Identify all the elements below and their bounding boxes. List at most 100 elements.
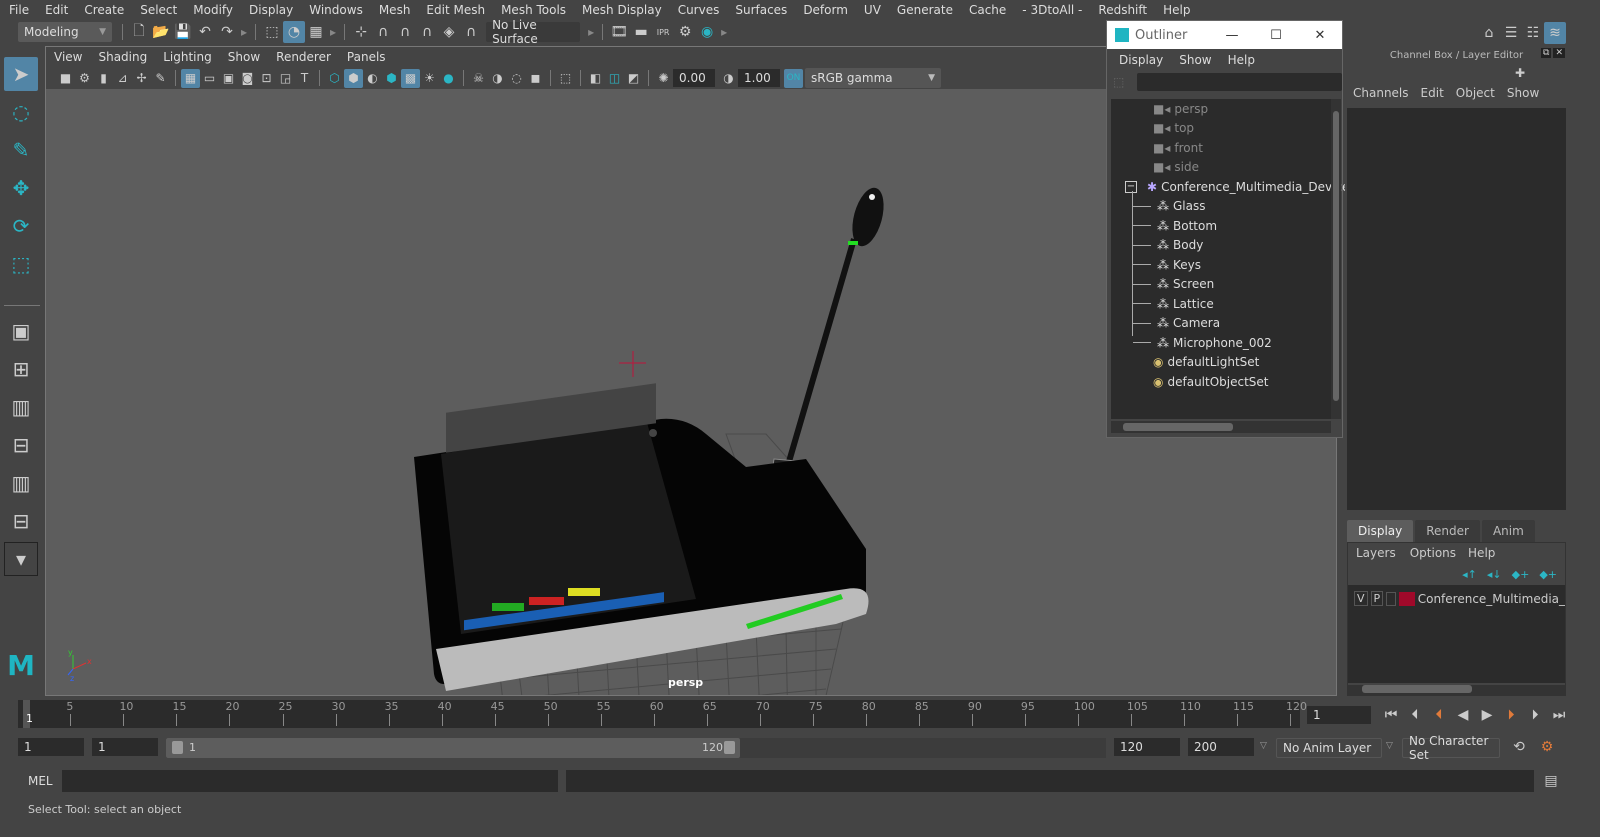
smooth-shade-icon[interactable]: ⬢ (344, 68, 363, 88)
hypershade-icon[interactable]: ◉ (696, 21, 718, 43)
use-all-lights-icon[interactable]: ☀ (420, 69, 439, 88)
snap-grid-icon[interactable]: ⊹ (350, 21, 372, 43)
viewport-menu-shading[interactable]: Shading (90, 50, 155, 64)
float-panel-icon[interactable]: ⧉ (1541, 48, 1552, 58)
bookmark-icon[interactable]: ▮ (94, 69, 113, 88)
menu-edit[interactable]: Edit (36, 3, 75, 17)
chevron-down-icon[interactable]: ▽ (1260, 741, 1267, 751)
rotate-tool-icon[interactable]: ⟳ (4, 209, 38, 243)
outliner-item-persp[interactable]: ■◂ persp (1153, 99, 1208, 118)
close-icon[interactable]: ✕ (1298, 28, 1342, 43)
snap-surface-icon[interactable]: ◈ (438, 21, 460, 43)
viewport-menu-renderer[interactable]: Renderer (268, 50, 339, 64)
render-view-icon[interactable]: 🎞 (608, 21, 630, 43)
step-forward-key-icon[interactable]: ⏵ (1500, 704, 1522, 726)
playback-start-field[interactable]: 1 (92, 738, 158, 756)
filter-icon[interactable]: ⬚ (1113, 75, 1133, 89)
menu-modify[interactable]: Modify (184, 3, 240, 17)
persp-graph-hypershade-layout-icon[interactable]: ⊟ (4, 504, 38, 538)
play-backwards-icon[interactable]: ◀ (1452, 704, 1474, 726)
range-start-handle[interactable] (172, 741, 183, 754)
exposure-field[interactable]: 0.00 (673, 69, 715, 87)
viewport-menu-lighting[interactable]: Lighting (155, 50, 220, 64)
outliner-item-camera[interactable]: ⁂ Camera (1133, 314, 1220, 333)
camera-attributes-icon[interactable]: ⚙ (75, 69, 94, 88)
outliner-item-screen[interactable]: ⁂ Screen (1133, 275, 1214, 294)
select-tool-icon[interactable]: ➤ (4, 57, 38, 91)
gamma-field[interactable]: 1.00 (738, 69, 780, 87)
auto-key-icon[interactable]: ⟲ (1508, 736, 1530, 758)
script-editor-icon[interactable]: ▤ (1540, 770, 1562, 792)
menu-deform[interactable]: Deform (794, 3, 855, 17)
start-time-field[interactable]: 1 (18, 738, 84, 756)
maximize-icon[interactable]: ☐ (1254, 28, 1298, 43)
command-input[interactable] (62, 770, 558, 792)
go-to-end-icon[interactable]: ⏭ (1548, 704, 1570, 726)
render-settings-icon[interactable]: ⚙ (674, 21, 696, 43)
play-forwards-icon[interactable]: ▶ (1476, 704, 1498, 726)
menu-generate[interactable]: Generate (888, 3, 960, 17)
menu-3dtoall[interactable]: - 3DtoAll - (1013, 3, 1089, 17)
viewport-menu-view[interactable]: View (46, 50, 90, 64)
live-surface-field[interactable]: No Live Surface (486, 18, 581, 46)
color-space-select[interactable]: sRGB gamma ▼ (805, 68, 941, 88)
camera-icon[interactable]: ■ (56, 69, 75, 88)
layer-display-type-toggle[interactable] (1386, 591, 1397, 606)
outliner-item-front[interactable]: ■◂ front (1153, 138, 1203, 157)
single-pane-layout-icon[interactable]: ▣ (4, 314, 38, 348)
mode-selector[interactable]: Modeling ▼ (18, 22, 112, 42)
tab-anim[interactable]: Anim (1481, 520, 1535, 542)
undo-icon[interactable]: ↶ (194, 21, 216, 43)
color-management-toggle-icon[interactable]: ON (784, 68, 803, 88)
layers-menu-layers[interactable]: Layers (1348, 546, 1404, 560)
current-frame-field[interactable]: 1 (1307, 706, 1371, 724)
tab-display[interactable]: Display (1347, 520, 1414, 542)
wireframe-icon[interactable]: ⬡ (325, 69, 344, 88)
menu-display[interactable]: Display (240, 3, 300, 17)
redo-icon[interactable]: ↷ (216, 21, 238, 43)
menu-mesh-display[interactable]: Mesh Display (573, 3, 669, 17)
snap-point-icon[interactable]: ∩ (394, 21, 416, 43)
grid-icon[interactable]: ▦ (181, 68, 200, 88)
menu-help[interactable]: Help (1154, 3, 1197, 17)
two-d-pan-icon[interactable]: ✢ (132, 69, 151, 88)
four-pane-layout-icon[interactable]: ⊞ (4, 352, 38, 386)
tool-settings-icon[interactable]: ☷ (1522, 22, 1544, 44)
outliner-item-glass[interactable]: ⁂ Glass (1133, 197, 1206, 216)
channels-menu-show[interactable]: Show (1501, 86, 1545, 104)
outliner-item-lattice[interactable]: ⁂ Lattice (1133, 294, 1214, 313)
render-current-icon[interactable]: ▬ (630, 21, 652, 43)
ipr-render-icon[interactable]: IPR (652, 21, 674, 43)
menu-mesh-tools[interactable]: Mesh Tools (492, 3, 573, 17)
outliner-item-keys[interactable]: ⁂ Keys (1133, 255, 1201, 274)
modeling-toolkit-icon[interactable]: ⌂ (1478, 22, 1500, 44)
channels-menu-channels[interactable]: Channels (1347, 86, 1415, 104)
new-scene-icon[interactable]: 🗋 (128, 21, 150, 43)
animation-preferences-icon[interactable]: ⚙ (1536, 736, 1558, 758)
lasso-tool-icon[interactable]: ◌ (4, 95, 38, 129)
layer-playback-toggle[interactable]: P (1370, 591, 1384, 606)
menu-select[interactable]: Select (131, 3, 184, 17)
textured-icon[interactable]: ▩ (401, 68, 420, 88)
outliner-persp-layout-icon[interactable]: ▥ (4, 390, 38, 424)
outliner-search-input[interactable] (1136, 73, 1342, 91)
image-plane-icon[interactable]: ⊿ (113, 69, 132, 88)
outliner-menu-help[interactable]: Help (1220, 53, 1263, 67)
xray-icon[interactable]: ☠ (469, 69, 488, 88)
outliner-menu-show[interactable]: Show (1171, 53, 1219, 67)
shadows-icon[interactable]: ● (439, 69, 458, 88)
layer-horizontal-scrollbar[interactable] (1348, 685, 1565, 695)
channels-menu-object[interactable]: Object (1450, 86, 1501, 104)
range-slider-track[interactable]: 1 120 (166, 738, 1106, 758)
wireframe-on-shaded-icon[interactable]: ◐ (363, 69, 382, 88)
outliner-titlebar[interactable]: Outliner — ☐ ✕ (1107, 21, 1342, 49)
menu-edit-mesh[interactable]: Edit Mesh (417, 3, 492, 17)
outliner-item-bottom[interactable]: ⁂ Bottom (1133, 216, 1217, 235)
new-layer-icon[interactable]: ◆+ (1512, 568, 1530, 581)
snap-live-icon[interactable]: ∩ (460, 21, 482, 43)
resolution-gate-icon[interactable]: ▣ (219, 69, 238, 88)
layout-options-icon[interactable]: ▾ (4, 542, 38, 576)
menu-cache[interactable]: Cache (960, 3, 1013, 17)
go-to-start-icon[interactable]: ⏮ (1380, 704, 1402, 726)
use-default-material-icon[interactable]: ⬢ (382, 69, 401, 88)
